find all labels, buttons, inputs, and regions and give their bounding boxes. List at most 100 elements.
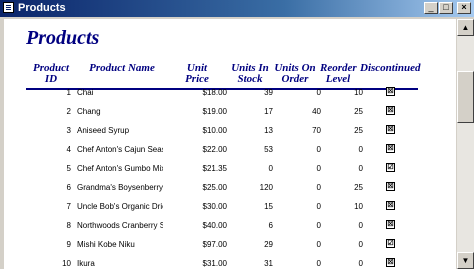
discontinued-checkbox: ☒ [386, 144, 395, 153]
units-in-stock: 29 [264, 240, 273, 249]
header-units-in-stock: Units In Stock [230, 63, 270, 85]
table-row: 10 Ikura $31.00 31 0 0 ☒ [4, 258, 456, 269]
product-id: 6 [66, 183, 71, 192]
units-on-order: 0 [316, 259, 321, 268]
header-unit-price: Unit Price [185, 62, 209, 85]
unit-price: $22.00 [202, 145, 227, 154]
header-product-name: Product Name [89, 62, 155, 74]
header-units-on-order-line2: Order [281, 73, 309, 85]
units-on-order: 0 [316, 145, 321, 154]
discontinued-checkbox: ☒ [386, 106, 395, 115]
product-name: Chai [77, 88, 94, 97]
unit-price: $21.35 [202, 164, 227, 173]
product-name: Chef Anton's Cajun Seasoning [77, 145, 163, 154]
table-row: 8 Northwoods Cranberry Sauce $40.00 6 0 … [4, 220, 456, 240]
title-bar[interactable]: Products _ □ × [0, 0, 474, 17]
header-units-in-stock-line2: Stock [237, 73, 263, 85]
unit-price: $31.00 [202, 259, 227, 268]
product-id: 4 [66, 145, 71, 154]
reorder-level: 25 [354, 183, 363, 192]
units-on-order: 0 [316, 164, 321, 173]
units-in-stock: 120 [259, 183, 273, 192]
product-name: Mishi Kobe Niku [77, 240, 135, 249]
reorder-level: 10 [354, 88, 363, 97]
product-name: Ikura [77, 259, 95, 268]
product-name: Grandma's Boysenberry Sprea [77, 183, 163, 192]
units-on-order: 0 [316, 221, 321, 230]
unit-price: $25.00 [202, 183, 227, 192]
table-row: 9 Mishi Kobe Niku $97.00 29 0 0 ☑ [4, 239, 456, 259]
discontinued-checkbox: ☑ [386, 163, 395, 172]
table-row: 3 Aniseed Syrup $10.00 13 70 25 ☒ [4, 125, 456, 145]
units-on-order: 0 [316, 88, 321, 97]
report-icon [3, 2, 14, 13]
product-id: 2 [66, 107, 71, 116]
reorder-level: 25 [354, 107, 363, 116]
table-row: 4 Chef Anton's Cajun Seasoning $22.00 53… [4, 144, 456, 164]
window-title: Products [18, 2, 66, 14]
reorder-level: 25 [354, 126, 363, 135]
product-id: 3 [66, 126, 71, 135]
report-page: Products Product ID Product Name Unit Pr… [4, 19, 456, 269]
minimize-button[interactable]: _ [424, 2, 438, 14]
units-in-stock: 15 [264, 202, 273, 211]
scroll-thumb[interactable] [457, 71, 474, 123]
report-title: Products [26, 27, 100, 49]
units-in-stock: 53 [264, 145, 273, 154]
product-id: 1 [66, 88, 71, 97]
product-name: Uncle Bob's Organic Dried Pe [77, 202, 163, 211]
discontinued-checkbox: ☒ [386, 87, 395, 96]
header-product-id: Product ID [32, 62, 70, 85]
unit-price: $40.00 [202, 221, 227, 230]
product-name: Northwoods Cranberry Sauce [77, 221, 163, 230]
discontinued-checkbox: ☒ [386, 182, 395, 191]
close-button[interactable]: × [457, 2, 471, 14]
product-id: 7 [66, 202, 71, 211]
product-name: Chang [77, 107, 101, 116]
units-on-order: 0 [316, 202, 321, 211]
unit-price: $97.00 [202, 240, 227, 249]
table-row: 6 Grandma's Boysenberry Sprea $25.00 120… [4, 182, 456, 202]
maximize-button[interactable]: □ [439, 2, 453, 14]
table-row: 7 Uncle Bob's Organic Dried Pe $30.00 15… [4, 201, 456, 221]
units-on-order: 40 [312, 107, 321, 116]
discontinued-checkbox: ☒ [386, 125, 395, 134]
units-on-order: 0 [316, 183, 321, 192]
product-id: 5 [66, 164, 71, 173]
reorder-level: 0 [358, 145, 363, 154]
vertical-scrollbar[interactable]: ▲ ▼ [457, 19, 474, 269]
units-in-stock: 0 [268, 164, 273, 173]
unit-price: $19.00 [202, 107, 227, 116]
header-units-on-order: Units On Order [274, 63, 316, 85]
units-in-stock: 31 [264, 259, 273, 268]
scroll-up-icon[interactable]: ▲ [457, 19, 474, 36]
reorder-level: 0 [358, 164, 363, 173]
table-row: 2 Chang $19.00 17 40 25 ☒ [4, 106, 456, 126]
unit-price: $18.00 [202, 88, 227, 97]
report-window: Products _ □ × Products Product ID Produ… [0, 0, 474, 269]
unit-price: $30.00 [202, 202, 227, 211]
units-in-stock: 6 [268, 221, 273, 230]
table-row: 5 Chef Anton's Gumbo Mix $21.35 0 0 0 ☑ [4, 163, 456, 183]
unit-price: $10.00 [202, 126, 227, 135]
discontinued-checkbox: ☒ [386, 220, 395, 229]
product-name: Chef Anton's Gumbo Mix [77, 164, 163, 173]
units-on-order: 0 [316, 240, 321, 249]
scroll-down-icon[interactable]: ▼ [457, 252, 474, 269]
reorder-level: 10 [354, 202, 363, 211]
product-id: 10 [62, 259, 71, 268]
header-reorder-level-line2: Level [325, 73, 351, 85]
header-reorder-level: Reorder Level [320, 63, 357, 85]
units-on-order: 70 [312, 126, 321, 135]
table-row: 1 Chai $18.00 39 0 10 ☒ [4, 87, 456, 107]
discontinued-checkbox: ☒ [386, 201, 395, 210]
reorder-level: 0 [358, 240, 363, 249]
reorder-level: 0 [358, 259, 363, 268]
header-discontinued: Discontinued [360, 62, 421, 74]
units-in-stock: 39 [264, 88, 273, 97]
units-in-stock: 17 [264, 107, 273, 116]
discontinued-checkbox: ☑ [386, 239, 395, 248]
product-name: Aniseed Syrup [77, 126, 130, 135]
product-id: 8 [66, 221, 71, 230]
units-in-stock: 13 [264, 126, 273, 135]
